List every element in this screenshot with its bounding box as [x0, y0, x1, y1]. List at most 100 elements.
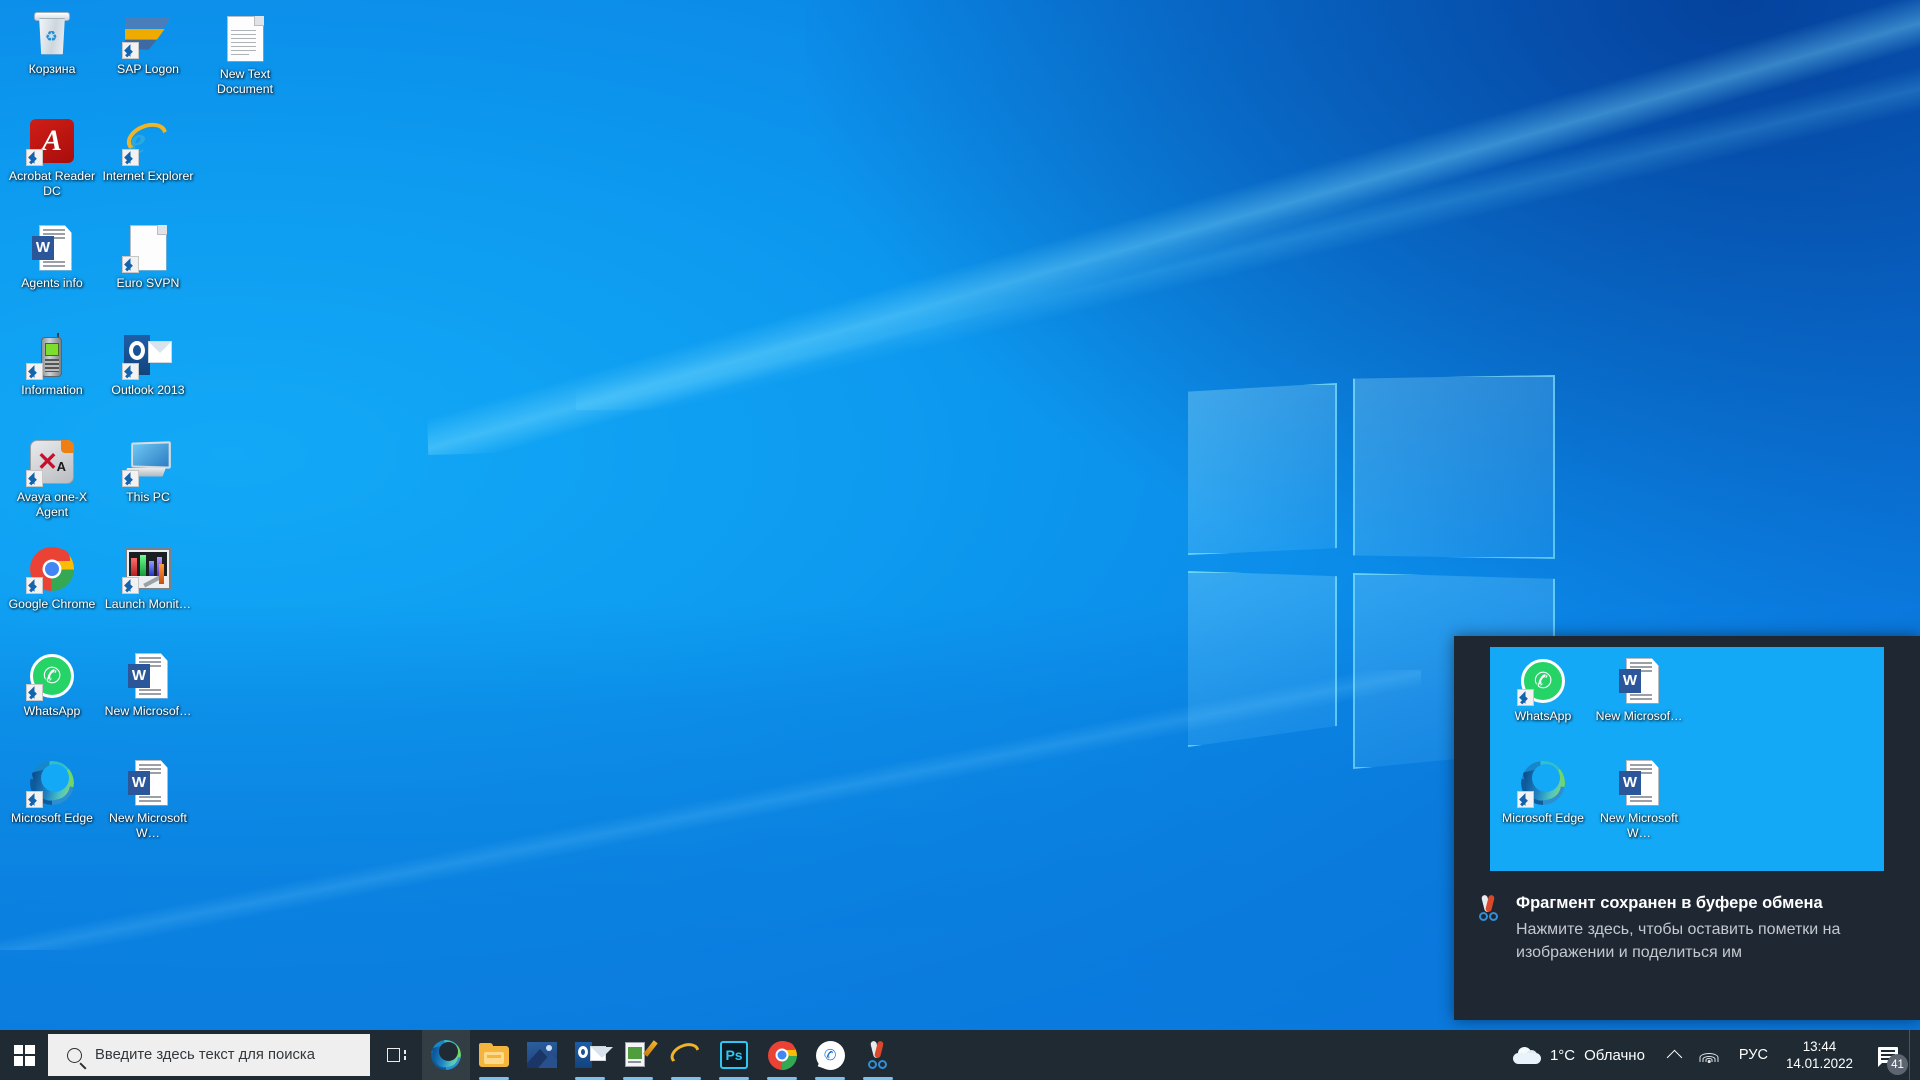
- desktop-icon-internet-explorer[interactable]: e Internet Explorer: [100, 111, 196, 218]
- show-hidden-icons-button[interactable]: [1659, 1030, 1690, 1080]
- desktop-icon-avaya-one-x-agent[interactable]: ✕ A Avaya one-X Agent: [4, 432, 100, 539]
- snip-preview-icon-grid: ✆ WhatsApp W New Microsof… Microsoft Edg…: [1495, 651, 1687, 855]
- preview-icon-label: New Microsof…: [1595, 709, 1683, 723]
- desktop-icon-label: SAP Logon: [117, 62, 179, 76]
- word-document-icon: W: [124, 651, 173, 700]
- desktop-icon-label: Корзина: [28, 62, 76, 76]
- logo-pane-bottom-left: [1188, 571, 1337, 747]
- word-document-icon: W: [28, 223, 77, 272]
- desktop-icon-microsoft-edge[interactable]: Microsoft Edge: [4, 753, 100, 860]
- microsoft-edge-icon: [25, 758, 77, 808]
- desktop-icon-information[interactable]: Information: [4, 325, 100, 432]
- mobile-phone-icon: [25, 330, 77, 380]
- blank-document-icon: [121, 223, 173, 273]
- shortcut-overlay-icon: [25, 577, 43, 594]
- desktop-icon-agents-info[interactable]: W Agents info: [4, 218, 100, 325]
- notification-title: Фрагмент сохранен в буфере обмена: [1516, 894, 1823, 912]
- whatsapp-icon: ✆: [25, 651, 77, 701]
- desktop-icon-launch-monitor[interactable]: Launch Monit…: [100, 539, 196, 646]
- search-placeholder: Введите здесь текст для поиска: [95, 1047, 315, 1063]
- word-document-icon: W: [124, 758, 173, 807]
- chevron-up-icon: [1666, 1049, 1683, 1065]
- preview-icon-microsoft-edge: Microsoft Edge: [1495, 753, 1591, 855]
- taskbar-item-photos[interactable]: [518, 1030, 566, 1080]
- this-pc-icon: [121, 437, 173, 487]
- desktop-icon-label: Google Chrome: [8, 597, 96, 611]
- whatsapp-icon: ✆: [1516, 656, 1568, 706]
- desktop-icon-outlook-2013[interactable]: Outlook 2013: [100, 325, 196, 432]
- clock[interactable]: 13:44 14.01.2022: [1778, 1038, 1867, 1072]
- desktop-icon-new-microsoft-word-2[interactable]: W New Microsoft W…: [100, 753, 196, 860]
- recycle-bin-icon: ♻: [28, 9, 77, 58]
- notification-text-block: Фрагмент сохранен в буфере обмена Нажмит…: [1516, 893, 1846, 1020]
- taskbar-item-file-explorer[interactable]: [470, 1030, 518, 1080]
- microsoft-edge-icon: [1516, 758, 1568, 808]
- windows-start-icon: [13, 1044, 35, 1066]
- show-desktop-button[interactable]: [1909, 1030, 1916, 1080]
- microsoft-edge-icon: [431, 1040, 461, 1070]
- shortcut-overlay-icon: [25, 149, 43, 166]
- shortcut-overlay-icon: [121, 149, 139, 166]
- shortcut-overlay-icon: [1516, 791, 1534, 808]
- search-input[interactable]: Введите здесь текст для поиска: [48, 1034, 370, 1076]
- preview-icon-new-word-1: W New Microsof…: [1591, 651, 1687, 753]
- taskbar-item-outlook[interactable]: [566, 1030, 614, 1080]
- desktop-icon-acrobat-reader[interactable]: A Acrobat Reader DC: [4, 111, 100, 218]
- preview-icon-label: WhatsApp: [1514, 709, 1572, 723]
- taskbar-item-photoshop[interactable]: Ps: [710, 1030, 758, 1080]
- network-button[interactable]: [1690, 1030, 1729, 1080]
- wifi-icon: [1699, 1048, 1719, 1063]
- desktop-icon-label: Agents info: [21, 276, 83, 290]
- desktop-icon-label: Euro SVPN: [116, 276, 180, 290]
- desktop-icon-label: New Microsoft W…: [109, 811, 187, 840]
- outlook-icon: [121, 330, 173, 380]
- shortcut-overlay-icon: [121, 470, 139, 487]
- acrobat-reader-icon: A: [25, 116, 77, 166]
- logo-pane-top-right: [1353, 375, 1555, 559]
- taskbar-item-snip-and-sketch[interactable]: [854, 1030, 902, 1080]
- cloud-icon: [1512, 1046, 1541, 1064]
- system-tray: 1°C Облачно РУС 13:44 14.01.2022 41: [1503, 1030, 1920, 1080]
- desktop-icon-label: This PC: [126, 490, 170, 504]
- shortcut-overlay-icon: [25, 363, 43, 380]
- word-document-icon: W: [1615, 656, 1664, 705]
- preview-icon-whatsapp: ✆ WhatsApp: [1495, 651, 1591, 753]
- taskbar-item-google-chrome[interactable]: [758, 1030, 806, 1080]
- taskbar-item-internet-explorer[interactable]: [662, 1030, 710, 1080]
- preview-icon-label: Microsoft Edge: [1501, 811, 1584, 825]
- snip-preview-image: ✆ WhatsApp W New Microsof… Microsoft Edg…: [1490, 647, 1884, 871]
- notes-pen-icon: [624, 1040, 658, 1069]
- desktop-icon-label: Outlook 2013: [111, 383, 185, 397]
- text-document-icon: [221, 14, 270, 63]
- shortcut-overlay-icon: [121, 363, 139, 380]
- taskbar-item-microsoft-edge[interactable]: [422, 1030, 470, 1080]
- weather-widget[interactable]: 1°C Облачно: [1503, 1046, 1659, 1064]
- start-button[interactable]: [0, 1030, 48, 1080]
- outlook-icon: [574, 1042, 613, 1068]
- action-center-button[interactable]: 41: [1867, 1030, 1909, 1080]
- notification-toast[interactable]: ✆ WhatsApp W New Microsof… Microsoft Edg…: [1454, 636, 1920, 1020]
- desktop-icon-label: New Text Document: [216, 67, 274, 96]
- desktop-icon-whatsapp[interactable]: ✆ WhatsApp: [4, 646, 100, 753]
- taskbar: Введите здесь текст для поиска Ps ✆ 1°C …: [0, 1030, 1920, 1080]
- notification-message: Нажмите здесь, чтобы оставить пометки на…: [1516, 921, 1841, 961]
- language-indicator[interactable]: РУС: [1729, 1047, 1778, 1063]
- taskbar-item-sticky-notes[interactable]: [614, 1030, 662, 1080]
- desktop-icon-new-microsoft-word-1[interactable]: W New Microsof…: [100, 646, 196, 753]
- desktop-icon-euro-svpn[interactable]: Euro SVPN: [100, 218, 196, 325]
- task-view-button[interactable]: [370, 1030, 422, 1080]
- notification-body[interactable]: Фрагмент сохранен в буфере обмена Нажмит…: [1454, 871, 1920, 1020]
- taskbar-item-whatsapp[interactable]: ✆: [806, 1030, 854, 1080]
- task-view-icon: [386, 1047, 406, 1063]
- desktop-icon-sap-logon[interactable]: SAP Logon: [100, 4, 196, 111]
- desktop-icon-label: Acrobat Reader DC: [8, 169, 96, 198]
- desktop-icon-this-pc[interactable]: This PC: [100, 432, 196, 539]
- clock-time: 13:44: [1802, 1039, 1837, 1054]
- shortcut-overlay-icon: [121, 256, 139, 273]
- desktop-icon-new-text-document[interactable]: New Text Document: [197, 9, 293, 96]
- desktop-icon-label: Information: [21, 383, 83, 397]
- desktop-icon-google-chrome[interactable]: Google Chrome: [4, 539, 100, 646]
- snip-and-sketch-icon: [865, 1040, 891, 1069]
- file-explorer-icon: [479, 1042, 509, 1068]
- desktop-icon-recycle-bin[interactable]: ♻ Корзина: [4, 4, 100, 111]
